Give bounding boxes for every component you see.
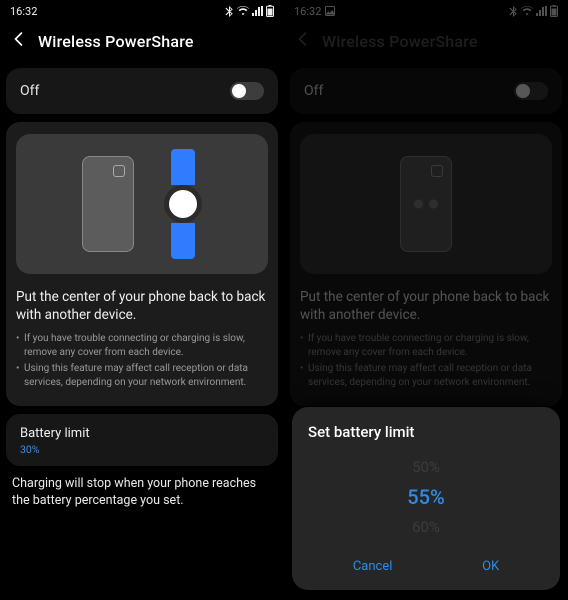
instruction-title: Put the center of your phone back to bac… <box>16 288 268 324</box>
page-title: Wireless PowerShare <box>38 32 194 51</box>
battery-limit-dialog: Set battery limit 50% 55% 60% Cancel OK <box>292 407 560 590</box>
battery-limit-description: Charging will stop when your phone reach… <box>12 476 272 510</box>
back-button[interactable] <box>10 30 28 52</box>
percent-picker[interactable]: 50% 55% 60% <box>308 449 544 547</box>
status-bar: 16:32 <box>0 0 284 22</box>
screen-powershare-dialog: 16:32 Wireless PowerShare Off <box>284 0 568 600</box>
cancel-button[interactable]: Cancel <box>335 553 411 580</box>
powershare-toggle-row[interactable]: Off <box>6 68 278 114</box>
screen-powershare: 16:32 Wireless PowerShare Off <box>0 0 284 600</box>
instruction-card: Put the center of your phone back to bac… <box>6 122 278 406</box>
instruction-bullet: Using this feature may affect call recep… <box>16 362 268 389</box>
battery-limit-label: Battery limit <box>20 426 264 441</box>
wifi-icon <box>237 6 249 16</box>
dialog-title: Set battery limit <box>308 423 544 441</box>
powershare-switch[interactable] <box>230 82 264 100</box>
status-time: 16:32 <box>10 5 37 18</box>
battery-limit-value: 30% <box>20 443 264 456</box>
battery-limit-row[interactable]: Battery limit 30% <box>6 414 278 466</box>
toggle-label: Off <box>20 83 39 99</box>
watch-graphic <box>164 149 202 259</box>
picker-option-selected[interactable]: 55% <box>308 479 544 515</box>
page-header: Wireless PowerShare <box>0 22 284 68</box>
ok-button[interactable]: OK <box>464 553 517 580</box>
illustration <box>16 134 268 274</box>
instruction-bullet: If you have trouble connecting or chargi… <box>16 332 268 359</box>
picker-option[interactable]: 60% <box>308 515 544 539</box>
picker-option[interactable]: 50% <box>308 455 544 479</box>
bluetooth-icon <box>225 6 234 17</box>
battery-icon <box>266 5 274 17</box>
signal-icon <box>252 6 263 16</box>
phone-back-graphic <box>82 156 134 252</box>
